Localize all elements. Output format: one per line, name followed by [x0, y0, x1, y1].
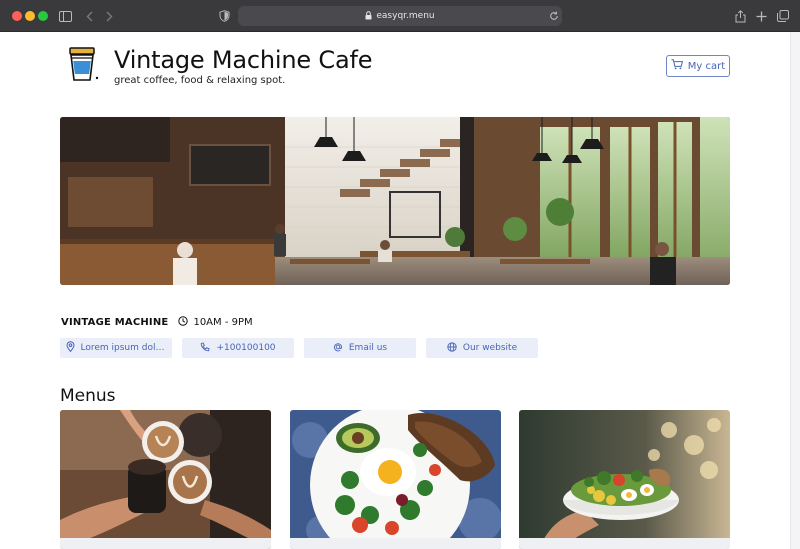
- my-cart-label: My cart: [687, 60, 726, 72]
- website-chip[interactable]: Our website: [426, 338, 538, 358]
- address-chip-label: Lorem ipsum dolor s...: [80, 343, 167, 353]
- opening-hours-text: 10AM - 9PM: [193, 317, 253, 328]
- forward-icon[interactable]: [104, 8, 114, 24]
- back-icon[interactable]: [84, 8, 94, 24]
- lock-icon: [365, 7, 372, 25]
- opening-hours: 10AM - 9PM: [178, 316, 253, 329]
- cart-icon: [671, 59, 683, 73]
- share-icon[interactable]: [734, 8, 746, 24]
- globe-icon: [447, 341, 457, 355]
- email-chip[interactable]: Email us: [304, 338, 416, 358]
- page-subtitle: great coffee, food & relaxing spot.: [114, 75, 286, 86]
- page-title: Vintage Machine Cafe: [114, 46, 373, 74]
- cafe-name: VINTAGE MACHINE: [61, 317, 169, 328]
- reload-icon[interactable]: [548, 8, 560, 24]
- menu-card-breakfast[interactable]: [290, 410, 501, 549]
- email-chip-label: Email us: [348, 343, 388, 353]
- close-window-button[interactable]: [12, 11, 22, 21]
- coffee-cup-logo-icon: [66, 46, 100, 82]
- at-sign-icon: [333, 342, 343, 355]
- address-chip[interactable]: Lorem ipsum dolor s...: [60, 338, 172, 358]
- website-chip-label: Our website: [462, 343, 518, 353]
- zoom-window-button[interactable]: [38, 11, 48, 21]
- shield-icon[interactable]: [218, 8, 230, 24]
- cafe-info-line: VINTAGE MACHINE 10AM - 9PM: [61, 316, 253, 329]
- location-pin-icon: [65, 341, 75, 355]
- page-scrollbar[interactable]: [790, 32, 800, 549]
- clock-icon: [178, 316, 189, 329]
- new-tab-icon[interactable]: [755, 8, 767, 24]
- contact-chips: Lorem ipsum dolor s... +100100100 Email …: [60, 338, 538, 358]
- browser-toolbar: easyqr.menu: [0, 0, 800, 32]
- salad-bowl-photo: [519, 410, 730, 549]
- phone-chip[interactable]: +100100100: [182, 338, 294, 358]
- menu-card-salad[interactable]: [519, 410, 730, 549]
- menus-heading: Menus: [60, 386, 116, 406]
- phone-icon: [200, 341, 211, 355]
- menu-page: Vintage Machine Cafe great coffee, food …: [0, 32, 790, 549]
- minimize-window-button[interactable]: [25, 11, 35, 21]
- cafe-interior-photo: [60, 117, 730, 285]
- sidebar-icon[interactable]: [58, 8, 72, 24]
- breakfast-plate-photo: [290, 410, 501, 549]
- phone-chip-label: +100100100: [216, 343, 276, 353]
- tabs-overview-icon[interactable]: [776, 8, 790, 24]
- address-bar[interactable]: easyqr.menu: [238, 6, 562, 26]
- menu-card-coffee[interactable]: [60, 410, 271, 549]
- coffee-photo: [60, 410, 271, 549]
- my-cart-button[interactable]: My cart: [666, 55, 730, 77]
- url-text: easyqr.menu: [376, 11, 435, 21]
